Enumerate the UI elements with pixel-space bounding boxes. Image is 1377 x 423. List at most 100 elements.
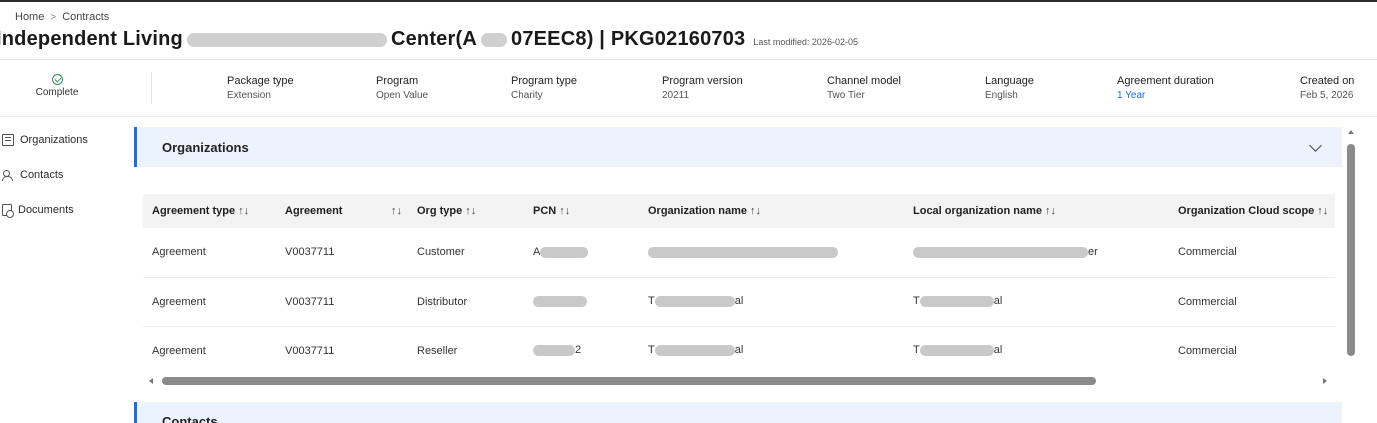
summary-field-label: Program version <box>662 75 743 87</box>
sort-icon[interactable]: ↑↓ <box>750 205 761 217</box>
check-circle-icon <box>51 74 63 85</box>
cell-local-organization-name: er <box>904 228 1169 278</box>
column-header-organization-cloud-scope[interactable]: Organization Cloud scope ↑↓ <box>1169 194 1335 228</box>
cell-org-type: Reseller <box>408 326 524 374</box>
column-header-label: Organization Cloud scope <box>1178 205 1315 217</box>
sort-icon[interactable]: ↑↓ <box>391 205 402 217</box>
redacted-value <box>654 296 735 308</box>
cell-local-organization-name: Tal <box>904 277 1169 327</box>
cell-pcn <box>524 277 639 327</box>
cell-local-organization-name: Tal <box>904 326 1169 374</box>
breadcrumb-separator: > <box>50 11 57 23</box>
vertical-scrollbar[interactable] <box>1345 127 1359 417</box>
summary-field-program-type: Program type Charity <box>511 75 577 101</box>
summary-field-value: Charity <box>511 90 543 101</box>
column-header-pcn[interactable]: PCN ↑↓ <box>524 194 639 228</box>
table-row[interactable]: Agreement V0037711 Distributor Tal Tal C… <box>143 277 1335 327</box>
summary-field-program-version: Program version 20211 <box>662 75 743 101</box>
organizations-icon <box>2 134 14 146</box>
organizations-table-container: Agreement type ↑↓ Agreement ↑↓ Org type ↑↓ … <box>143 194 1335 374</box>
org-name-visible-suffix: al <box>734 344 744 357</box>
cell-pcn: A <box>524 228 639 278</box>
redacted-value <box>919 296 994 308</box>
last-modified-label: Last modified: 2026-02-05 <box>753 37 858 47</box>
column-header-label: Local organization name <box>913 205 1042 217</box>
section-nav-contacts[interactable]: Contacts <box>0 165 130 185</box>
redacted-value <box>533 296 587 308</box>
summary-field-value: Extension <box>227 90 271 101</box>
breadcrumb: Home > Contracts <box>15 11 109 23</box>
summary-field-value: Open Value <box>376 90 429 101</box>
local-name-visible-text: T <box>913 295 920 308</box>
column-header-agreement-type[interactable]: Agreement type ↑↓ <box>143 194 276 228</box>
column-header-agreement[interactable]: Agreement ↑↓ <box>276 194 408 228</box>
cell-agreement: V0037711 <box>276 277 408 327</box>
page-title-suffix: 07EEC8) | PKG02160703 <box>511 28 746 50</box>
summary-field-package-type: Package type Extension <box>227 75 294 101</box>
section-nav-label: Organizations <box>20 134 88 146</box>
section-nav-label: Contacts <box>20 169 64 181</box>
scroll-right-arrow-icon[interactable] <box>1323 378 1327 384</box>
section-nav-organizations[interactable]: Organizations <box>0 130 130 150</box>
sort-icon[interactable]: ↑↓ <box>238 205 249 217</box>
section-nav-label: Documents <box>18 204 74 216</box>
horizontal-scrollbar[interactable] <box>145 374 1335 390</box>
vertical-scroll-thumb[interactable] <box>1347 144 1355 356</box>
org-name-visible-suffix: al <box>734 295 744 308</box>
column-header-org-type[interactable]: Org type ↑↓ <box>408 194 524 228</box>
status-label: Complete <box>35 87 79 98</box>
agreement-duration-link[interactable]: 1 Year <box>1117 90 1214 101</box>
cell-agreement-type: Agreement <box>143 277 276 327</box>
sort-icon[interactable]: ↑↓ <box>559 205 570 217</box>
scroll-left-arrow-icon[interactable] <box>149 378 153 384</box>
summary-divider <box>151 72 152 104</box>
window-top-border <box>0 0 1377 2</box>
redacted-value <box>913 246 1088 258</box>
pcn-visible-suffix: 2 <box>575 344 582 357</box>
table-header-row: Agreement type ↑↓ Agreement ↑↓ Org type ↑↓ … <box>143 194 1335 228</box>
cell-organization-name: Tal <box>639 277 904 327</box>
cell-org-type: Customer <box>408 228 524 278</box>
summary-field-value: Two Tier <box>827 90 865 101</box>
page-title-prefix: Independent Living <box>0 28 183 50</box>
sort-icon[interactable]: ↑↓ <box>465 205 476 217</box>
summary-field-value: 20211 <box>662 90 690 101</box>
cell-cloud-scope: Commercial <box>1169 228 1335 278</box>
chevron-down-icon[interactable] <box>1309 138 1322 152</box>
sort-icon[interactable]: ↑↓ <box>1317 205 1328 217</box>
section-nav-documents[interactable]: Documents <box>0 200 130 220</box>
summary-field-label: Program type <box>511 75 578 87</box>
column-header-label: Agreement type <box>152 205 236 217</box>
breadcrumb-home-link[interactable]: Home <box>15 11 44 23</box>
local-name-visible-text: T <box>913 344 920 357</box>
column-header-organization-name[interactable]: Organization name ↑↓ <box>639 194 904 228</box>
column-header-local-organization-name[interactable]: Local organization name ↑↓ <box>904 194 1169 228</box>
organizations-section-header[interactable]: Organizations <box>134 127 1342 167</box>
local-name-visible-suffix: al <box>993 295 1003 308</box>
column-header-label: Organization name <box>648 205 748 217</box>
organizations-section-title: Organizations <box>162 139 249 155</box>
page-title-row: Independent Living Center(A 07EEC8) | PKG0… <box>0 28 858 51</box>
summary-field-language: Language English <box>985 75 1034 101</box>
documents-icon <box>2 204 14 218</box>
sort-icon[interactable]: ↑↓ <box>1045 205 1056 217</box>
cell-agreement: V0037711 <box>276 228 408 278</box>
contacts-icon <box>2 169 14 181</box>
column-header-label: PCN <box>533 205 557 217</box>
summary-field-label: Created on <box>1300 75 1355 87</box>
redacted-value <box>648 246 838 258</box>
redacted-value <box>919 345 994 357</box>
org-name-visible-text: T <box>648 344 655 357</box>
table-row[interactable]: Agreement V0037711 Reseller 2 Tal Tal Co… <box>143 326 1335 374</box>
page-title: Independent Living Center(A 07EEC8) | PKG0… <box>0 28 745 51</box>
pcn-visible-text: A <box>533 246 541 259</box>
table-row[interactable]: Agreement V0037711 Customer A er Commerc… <box>143 228 1335 278</box>
cell-agreement-type: Agreement <box>143 326 276 374</box>
scroll-up-arrow-icon[interactable] <box>1348 130 1354 134</box>
cell-org-type: Distributor <box>408 277 524 327</box>
horizontal-scroll-thumb[interactable] <box>162 377 1096 385</box>
cell-organization-name <box>639 228 904 278</box>
contacts-section-header[interactable]: Contacts <box>134 402 1342 423</box>
redacted-title-segment-2 <box>481 32 507 47</box>
contract-summary-bar: Complete Package type Extension Program … <box>0 60 1377 116</box>
